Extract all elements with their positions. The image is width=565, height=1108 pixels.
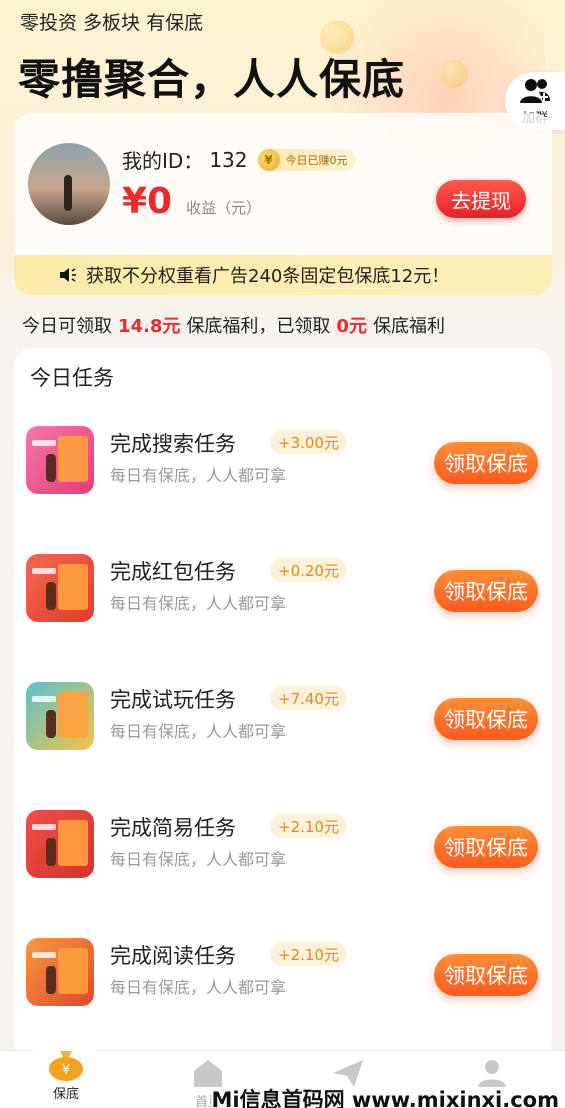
task-item: 完成阅读任务 +2.10元 每日有保底，人人都可拿 领取保底	[14, 938, 552, 1028]
task-bonus-badge: +7.40元	[270, 686, 347, 710]
user-id-value: 132	[209, 147, 248, 172]
avatar[interactable]	[28, 143, 110, 225]
task-subtitle: 每日有保底，人人都可拿	[110, 850, 287, 869]
task-name: 完成试玩任务	[110, 688, 236, 712]
claim-button[interactable]: 领取保底	[434, 698, 538, 740]
claimed-amount: 0元	[336, 316, 367, 337]
balance-unit: 收益（元）	[186, 199, 262, 217]
speaker-icon	[60, 268, 76, 282]
claim-button[interactable]: 领取保底	[434, 954, 538, 996]
task-thumbnail	[26, 938, 94, 1006]
daily-summary: 今日可领取 14.8元 保底福利，已领取 0元 保底福利	[22, 312, 445, 338]
tab-baodi[interactable]: ¥ 保底	[26, 1047, 106, 1102]
summary-prefix: 今日可领取	[22, 316, 112, 337]
task-name: 完成阅读任务	[110, 944, 236, 968]
task-thumbnail	[26, 426, 94, 494]
task-subtitle: 每日有保底，人人都可拿	[110, 466, 287, 485]
claim-button[interactable]: 领取保底	[434, 570, 538, 612]
task-subtitle: 每日有保底，人人都可拿	[110, 722, 287, 741]
claim-button[interactable]: 领取保底	[434, 826, 538, 868]
user-id-row: 我的ID： 132 ¥ 今日已赚0元	[122, 145, 356, 174]
tab-label: 保底	[52, 1087, 79, 1102]
available-amount: 14.8元	[118, 316, 181, 337]
task-item: 完成试玩任务 +7.40元 每日有保底，人人都可拿 领取保底	[14, 682, 552, 772]
page-title: 零撸聚合，人人保底	[18, 55, 406, 104]
summary-middle: 保底福利，已领取	[186, 316, 331, 337]
withdraw-button[interactable]: 去提现	[436, 180, 526, 218]
task-bonus-badge: +0.20元	[270, 558, 347, 582]
task-subtitle: 每日有保底，人人都可拿	[110, 978, 287, 997]
coin-decoration	[440, 60, 468, 88]
task-name: 完成红包任务	[110, 560, 236, 584]
task-subtitle: 每日有保底，人人都可拿	[110, 594, 287, 613]
task-bonus-badge: +2.10元	[270, 942, 347, 966]
balance-row: ¥0 收益（元）	[122, 181, 261, 222]
balance-value: ¥0	[122, 181, 173, 222]
watermark: Mi信息首码网 www.mixinxi.com	[211, 1088, 560, 1108]
claim-button[interactable]: 领取保底	[434, 442, 538, 484]
task-bonus-badge: +2.10元	[270, 814, 347, 838]
task-thumbnail	[26, 682, 94, 750]
task-thumbnail	[26, 810, 94, 878]
today-earned-text: 今日已赚0元	[285, 153, 348, 167]
task-panel: 今日任务 完成搜索任务 +3.00元 每日有保底，人人都可拿 领取保底 完成红包…	[14, 348, 552, 1060]
task-item: 完成搜索任务 +3.00元 每日有保底，人人都可拿 领取保底	[14, 426, 552, 516]
task-section-title: 今日任务	[30, 366, 114, 390]
notice-text: 获取不分权重看广告240条固定包保底12元！	[86, 266, 450, 287]
task-name: 完成简易任务	[110, 816, 236, 840]
summary-suffix: 保底福利	[372, 316, 445, 337]
header-slogan: 零投资 多板块 有保底	[20, 12, 204, 34]
task-item: 完成简易任务 +2.10元 每日有保底，人人都可拿 领取保底	[14, 810, 552, 900]
task-bonus-badge: +3.00元	[270, 430, 347, 454]
coin-icon: ¥	[257, 148, 280, 171]
svg-text:¥: ¥	[62, 1063, 70, 1078]
today-earned-badge: ¥ 今日已赚0元	[257, 148, 356, 171]
notice-bar[interactable]: 获取不分权重看广告240条固定包保底12元！	[14, 255, 552, 295]
money-bag-icon: ¥	[49, 1051, 83, 1081]
user-id-label: 我的ID：	[122, 149, 204, 173]
profile-card: 我的ID： 132 ¥ 今日已赚0元 ¥0 收益（元） 去提现 获取不分权重看广…	[14, 113, 552, 295]
people-icon	[520, 78, 550, 103]
task-name: 完成搜索任务	[110, 432, 236, 456]
task-item: 完成红包任务 +0.20元 每日有保底，人人都可拿 领取保底	[14, 554, 552, 644]
task-thumbnail	[26, 554, 94, 622]
